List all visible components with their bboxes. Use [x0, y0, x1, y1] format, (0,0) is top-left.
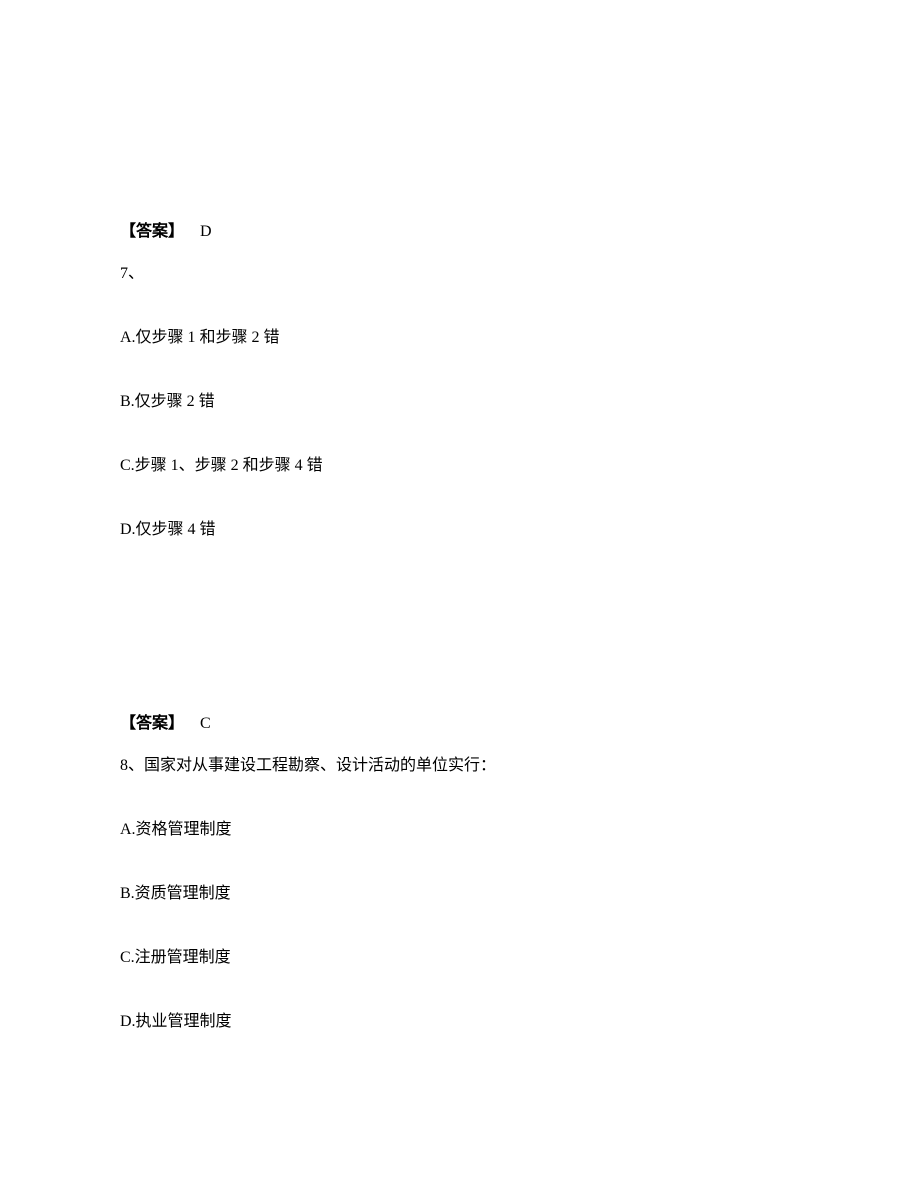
question-7-option-c: C.步骤 1、步骤 2 和步骤 4 错 — [120, 454, 800, 478]
answer-7-line: 【答案】 C — [120, 712, 800, 736]
answer-6-value: D — [200, 223, 212, 240]
answer-6-label: 【答案】 — [120, 223, 184, 240]
question-8-text: 8、国家对从事建设工程勘察、设计活动的单位实行： — [120, 754, 800, 778]
question-8-option-b: B.资质管理制度 — [120, 882, 800, 906]
question-8-option-d: D.执业管理制度 — [120, 1010, 800, 1034]
question-7-number: 7、 — [120, 262, 800, 286]
question-7-option-d: D.仅步骤 4 错 — [120, 518, 800, 542]
question-8-option-a: A.资格管理制度 — [120, 818, 800, 842]
document-content: 【答案】 D 7、 A.仅步骤 1 和步骤 2 错 B.仅步骤 2 错 C.步骤… — [0, 0, 920, 1034]
answer-7-value: C — [200, 715, 211, 732]
question-7-option-a: A.仅步骤 1 和步骤 2 错 — [120, 326, 800, 350]
answer-6-line: 【答案】 D — [120, 220, 800, 244]
question-8-option-c: C.注册管理制度 — [120, 946, 800, 970]
question-7-option-b: B.仅步骤 2 错 — [120, 390, 800, 414]
answer-7-label: 【答案】 — [120, 715, 184, 732]
